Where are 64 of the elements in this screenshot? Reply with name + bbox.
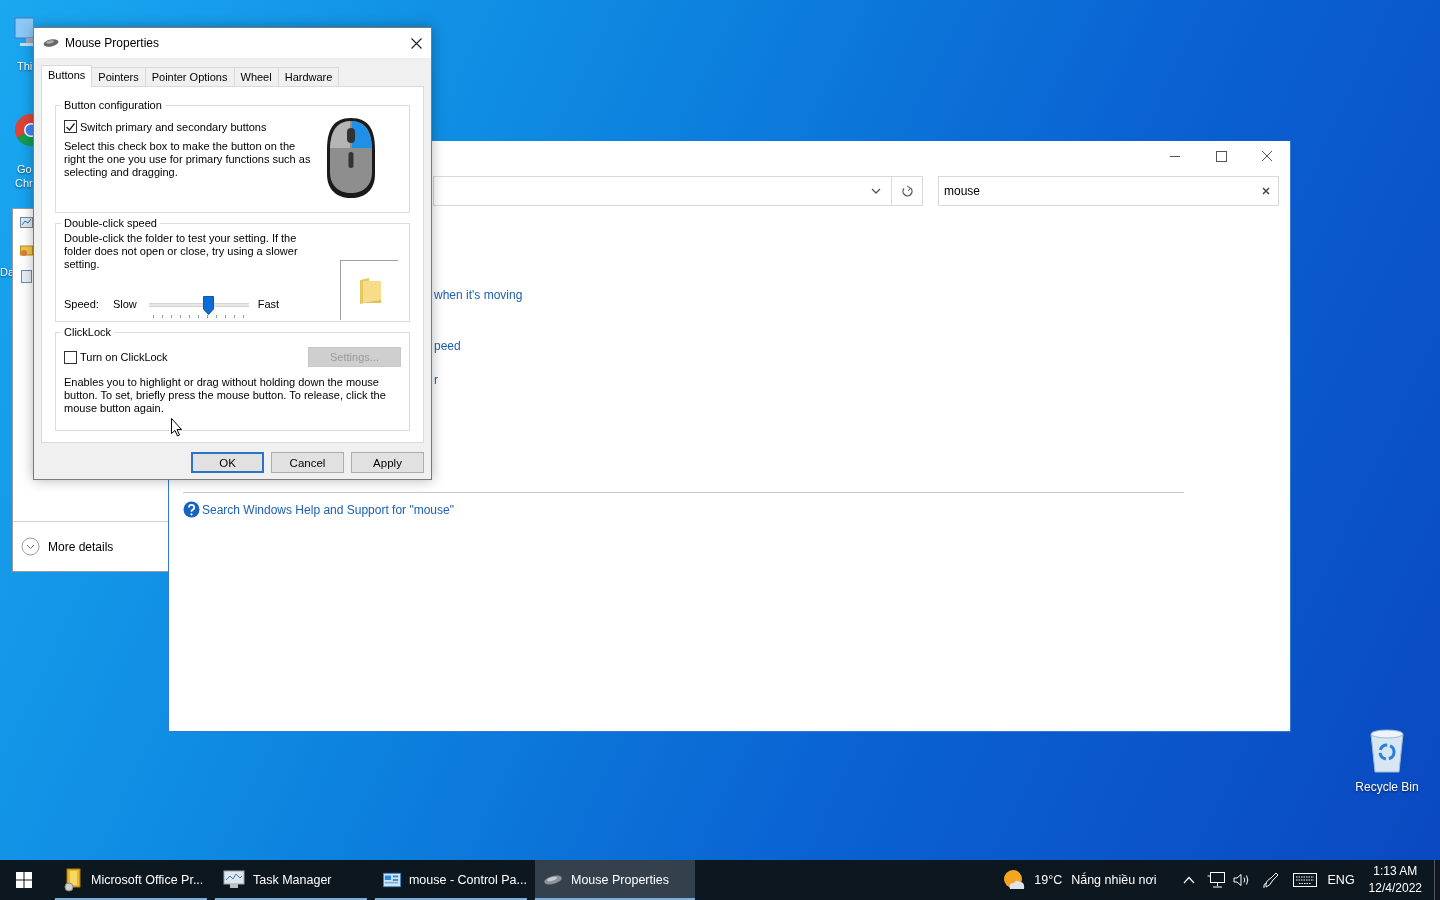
keyboard-icon[interactable]: [1292, 873, 1317, 887]
group-title: Double-click speed: [63, 217, 158, 229]
checkbox-label[interactable]: Switch primary and secondary buttons: [80, 120, 267, 133]
dialog-button[interactable]: Apply: [351, 452, 424, 473]
recycle-bin-icon: [1367, 728, 1407, 774]
mouse-icon: [543, 875, 563, 885]
icon-label: Go: [17, 162, 32, 176]
pen-icon[interactable]: [1261, 871, 1280, 889]
taskbar-button[interactable]: Microsoft Office Pr...: [55, 860, 207, 900]
chevron-down-icon[interactable]: [871, 188, 881, 194]
mouse-icon: [43, 39, 59, 47]
clear-icon[interactable]: [1262, 187, 1270, 195]
weather-icon[interactable]: [1002, 869, 1027, 891]
close-icon: [410, 37, 422, 49]
fast-label: Fast: [257, 298, 280, 310]
dialog-button[interactable]: Cancel: [271, 452, 344, 473]
refresh-icon: [901, 185, 913, 197]
volume-icon[interactable]: [1232, 873, 1250, 887]
cursor-icon: [171, 418, 183, 437]
taskbar-button[interactable]: mouse - Control Pa...: [375, 860, 527, 900]
link[interactable]: when it's moving: [434, 287, 523, 303]
group-title: Button configuration: [63, 99, 163, 111]
weather-condition[interactable]: Nắng nhiều nơi: [1071, 873, 1157, 887]
tab[interactable]: Pointer Options: [144, 67, 235, 86]
monitor-chart-icon: [223, 870, 245, 890]
window-title: Mouse Properties: [65, 36, 161, 50]
checkbox-label[interactable]: Turn on ClickLock: [80, 351, 168, 363]
chevron-up-icon[interactable]: [1182, 876, 1195, 884]
chart-icon: [20, 216, 33, 229]
description: Double-click the folder to test your setting. If the folder does not open or close, try using a slower setting.: [64, 232, 299, 271]
refresh-button[interactable]: [891, 176, 923, 206]
more-details-link[interactable]: More details: [48, 539, 114, 554]
package-icon: [63, 868, 83, 892]
slow-label: Slow: [112, 298, 137, 310]
checkbox[interactable]: [64, 350, 77, 364]
icon-label: Chr: [15, 176, 33, 190]
speed-label: Speed:: [64, 298, 99, 310]
windows-logo-icon: [16, 872, 32, 888]
maximize-icon: [1215, 150, 1227, 162]
clock[interactable]: 1:13 AM 12/4/2022: [1368, 863, 1422, 897]
link[interactable]: peed: [434, 338, 461, 354]
dialog-button[interactable]: OK: [191, 452, 264, 473]
temperature[interactable]: 19°C: [1034, 873, 1063, 887]
search-field[interactable]: mouse: [938, 176, 1279, 206]
slider-thumb[interactable]: [202, 296, 214, 315]
description: Select this check box to make the button on the right the one you use for primary functions such as selecting and dragging.: [64, 140, 312, 179]
tab[interactable]: Hardware: [277, 67, 340, 86]
icon-label: Thi: [17, 59, 33, 73]
taskbar-button[interactable]: Task Manager: [215, 860, 367, 900]
taskbar-button[interactable]: Mouse Properties: [535, 860, 695, 900]
icon-label: Recycle Bin: [1355, 780, 1419, 794]
tab[interactable]: Buttons: [41, 65, 93, 87]
language-indicator[interactable]: ENG: [1327, 873, 1355, 887]
group-title: ClickLock: [63, 326, 113, 338]
control-panel-icon: [383, 872, 401, 888]
checkbox[interactable]: [64, 120, 77, 133]
folder-icon: [20, 243, 33, 256]
help-icon: [183, 501, 200, 518]
link[interactable]: r: [434, 372, 438, 388]
check-icon: [66, 122, 75, 131]
close-icon: [1261, 150, 1273, 162]
description: Enables you to highlight or drag without holding down the mouse button. To set, briefly press the mouse button. To release, click the mouse button again.: [64, 376, 387, 415]
network-icon[interactable]: [1206, 872, 1225, 888]
help-link[interactable]: Search Windows Help and Support for "mouse": [202, 502, 454, 517]
